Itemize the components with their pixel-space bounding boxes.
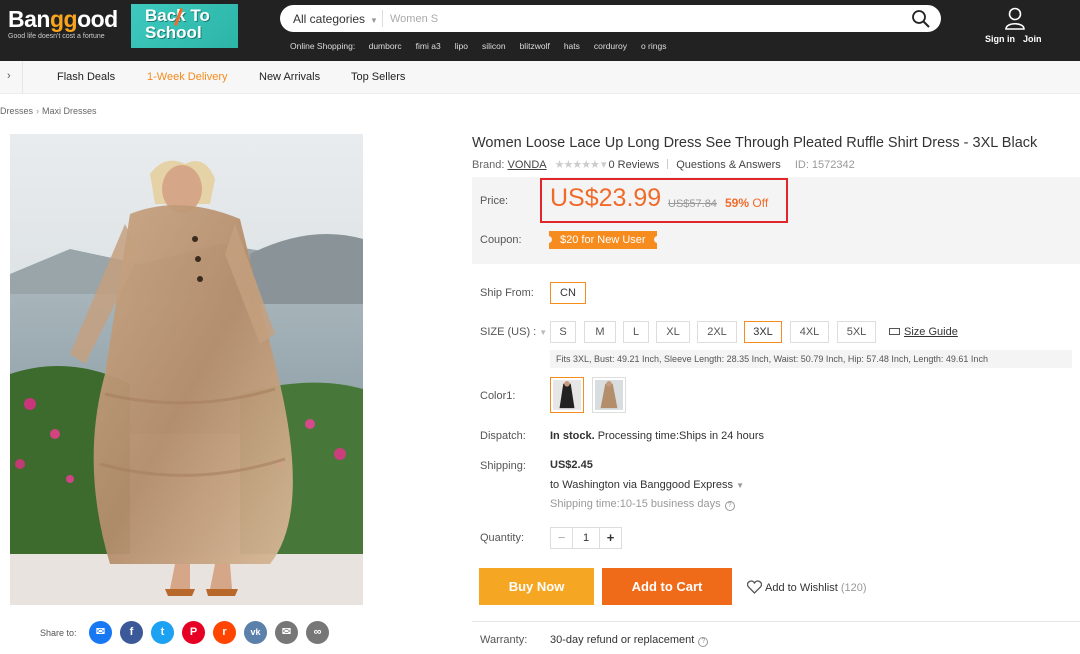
size-option[interactable]: 5XL — [837, 321, 876, 343]
dispatch-info: In stock. Processing time:Ships in 24 ho… — [550, 430, 764, 442]
product-photo — [10, 134, 363, 605]
chevron-right-icon: › — [36, 106, 40, 116]
color-swatch-khaki[interactable] — [592, 377, 626, 413]
join-link[interactable]: Join — [1023, 34, 1042, 44]
nav-flash-deals[interactable]: Flash Deals — [57, 71, 115, 83]
plus-icon[interactable]: + — [599, 528, 621, 548]
dispatch-label: Dispatch: — [480, 430, 526, 442]
hot-search-link[interactable]: hats — [564, 41, 580, 51]
product-id: ID: 1572342 — [794, 159, 855, 171]
size-guide-link[interactable]: Size Guide — [889, 326, 958, 338]
quantity-stepper: − 1 + — [550, 527, 622, 549]
facebook-icon[interactable]: f — [120, 621, 143, 644]
hot-search-link[interactable]: dumborc — [369, 41, 402, 51]
messenger-icon[interactable]: ✉ — [89, 621, 112, 644]
nav-top-sellers[interactable]: Top Sellers — [351, 71, 405, 83]
reddit-icon[interactable]: r — [213, 621, 236, 644]
hot-search-link[interactable]: o rings — [641, 41, 667, 51]
ship-from-label: Ship From: — [480, 287, 534, 299]
minus-icon[interactable]: − — [551, 528, 573, 548]
add-to-cart-button[interactable]: Add to Cart — [602, 568, 732, 605]
shipping-time: Shipping time:10-15 business days? — [550, 498, 735, 511]
email-icon[interactable]: ✉ — [275, 621, 298, 644]
chevron-right-icon[interactable]: › — [7, 70, 11, 82]
breadcrumb: Dresses › Maxi Dresses — [0, 106, 97, 116]
hot-search-link[interactable]: fimi a3 — [416, 41, 441, 51]
search-bar: All categories ▼ — [280, 5, 941, 32]
shipping-label: Shipping: — [480, 460, 526, 472]
warranty-label: Warranty: — [480, 634, 528, 646]
size-option[interactable]: M — [584, 321, 616, 343]
rating-stars: ★★★★★ ▾ — [554, 159, 607, 171]
original-price: US$57.84 — [668, 198, 717, 210]
ship-from-cn[interactable]: CN — [550, 282, 586, 304]
qa-link[interactable]: Questions & Answers — [676, 159, 781, 171]
coupon-badge[interactable]: $20 for New User — [545, 231, 661, 249]
product-title: Women Loose Lace Up Long Dress See Throu… — [472, 135, 1038, 151]
current-price: US$23.99 — [550, 184, 662, 212]
help-icon[interactable]: ? — [698, 637, 709, 647]
color-swatch-black[interactable] — [550, 377, 584, 413]
vk-icon[interactable]: vk — [244, 621, 267, 644]
top-header: Banggood Good life doesn't cost a fortun… — [0, 0, 1080, 61]
hot-search-link[interactable]: lipo — [455, 41, 468, 51]
category-select[interactable]: All categories ▼ — [293, 12, 378, 26]
help-icon[interactable]: ? — [724, 501, 735, 511]
hot-search-link[interactable]: corduroy — [594, 41, 627, 51]
size-option[interactable]: L — [623, 321, 649, 343]
pinterest-icon[interactable]: P — [182, 621, 205, 644]
size-option[interactable]: S — [550, 321, 576, 343]
caret-down-icon: ▼ — [370, 16, 378, 25]
share-label: Share to: — [40, 628, 77, 638]
coupon-label: Coupon: — [480, 234, 522, 246]
shipping-cost: US$2.45 — [550, 459, 593, 471]
banggood-logo[interactable]: Banggood Good life doesn't cost a fortun… — [8, 6, 118, 40]
size-option-selected[interactable]: 3XL — [744, 321, 782, 343]
reviews-link[interactable]: 0 Reviews — [609, 159, 660, 171]
warranty-info: 30-day refund or replacement? — [550, 634, 709, 647]
logo-tagline: Good life doesn't cost a fortune — [8, 33, 105, 40]
link-icon[interactable]: ∞ — [306, 621, 329, 644]
shipping-method[interactable]: to Washington via Banggood Express ▼ — [550, 479, 744, 491]
color-label: Color1: — [480, 390, 516, 402]
quantity-input[interactable]: 1 — [573, 528, 599, 548]
product-meta: Brand: VONDA ★★★★★ ▾ 0 Reviews Questions & … — [472, 159, 855, 171]
price-label: Price: — [480, 195, 509, 207]
nav-bar: › Flash Deals 1-Week Delivery New Arriva… — [0, 61, 1080, 94]
product-main-image[interactable] — [10, 134, 363, 605]
size-option[interactable]: 4XL — [790, 321, 829, 343]
hot-search-link[interactable]: blitzwolf — [520, 41, 550, 51]
size-option[interactable]: 2XL — [697, 321, 737, 343]
hot-searches: Online Shopping: dumborc fimi a3 lipo silic… — [290, 41, 667, 51]
nav-new-arrivals[interactable]: New Arrivals — [259, 71, 320, 83]
fit-info: Fits 3XL, Bust: 49.21 Inch, Sleeve Lengt… — [550, 350, 1072, 368]
heart-icon — [746, 580, 763, 594]
add-to-wishlist-button[interactable]: Add to Wishlist (120) — [746, 580, 867, 594]
caret-down-icon: ▼ — [736, 481, 745, 490]
search-icon[interactable] — [911, 9, 931, 29]
twitter-icon[interactable]: t — [151, 621, 174, 644]
size-option[interactable]: XL — [656, 321, 690, 343]
size-label: SIZE (US) : ▼ — [480, 326, 548, 338]
brand-link[interactable]: VONDA — [507, 159, 546, 171]
discount-badge: 59% Off — [725, 196, 769, 210]
ruler-icon — [889, 328, 900, 335]
quantity-label: Quantity: — [480, 532, 525, 544]
user-icon[interactable] — [1004, 7, 1026, 31]
nav-1-week-delivery[interactable]: 1-Week Delivery — [147, 71, 228, 83]
sign-in-link[interactable]: Sign in — [985, 34, 1015, 44]
breadcrumb-item[interactable]: Dresses — [0, 106, 33, 116]
back-to-school-banner[interactable]: Back To School — [131, 4, 238, 48]
hot-search-link[interactable]: silicon — [482, 41, 506, 51]
search-input[interactable] — [390, 8, 890, 29]
buy-now-button[interactable]: Buy Now — [479, 568, 594, 605]
breadcrumb-item[interactable]: Maxi Dresses — [42, 106, 97, 116]
